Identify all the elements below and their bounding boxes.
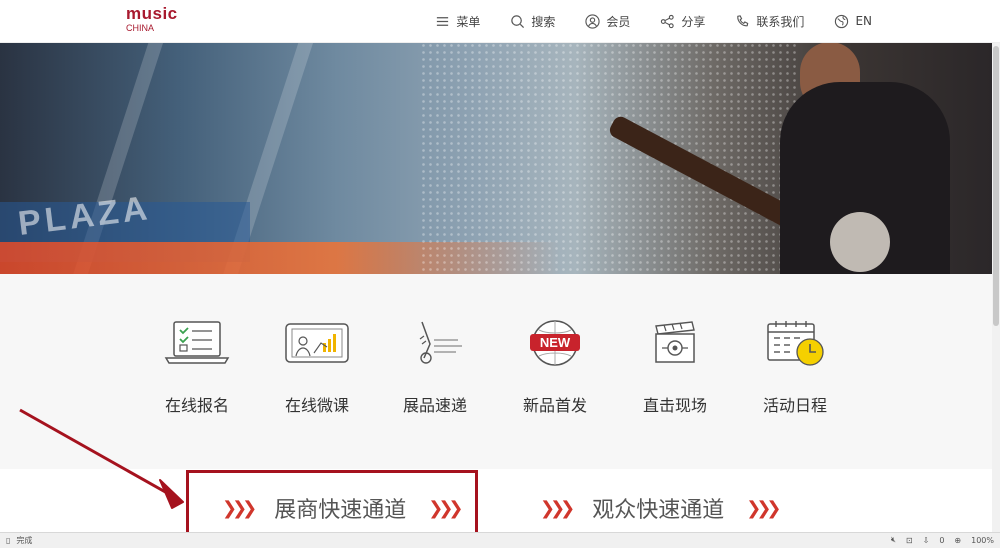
online-course-icon (285, 323, 349, 363)
nav-contact-label: 联系我们 (756, 14, 805, 29)
nav-menu[interactable]: 菜单 (435, 13, 480, 30)
double-chevron-right-icon: ❯❯❯ (540, 497, 575, 519)
zoom-level[interactable]: 100% (971, 536, 994, 545)
mute-icon[interactable]: 🔇︎ (891, 535, 896, 545)
phone-icon (737, 14, 749, 26)
nav-share-label: 分享 (681, 14, 706, 29)
double-chevron-right-icon: ❯❯❯ (746, 497, 781, 519)
registration-laptop-icon (164, 321, 230, 364)
nav-member[interactable]: 会员 (585, 13, 630, 30)
live-camera-icon (655, 321, 695, 363)
zoom-icon[interactable]: ⊕ (954, 536, 961, 545)
product-express-icon (419, 321, 462, 364)
service-label: 在线微课 (284, 396, 349, 415)
music-china-logo[interactable]: music CHINA (126, 4, 178, 34)
nav-member-label: 会员 (606, 14, 631, 29)
globe-icon (835, 14, 849, 28)
banner-shirt-print (830, 212, 890, 272)
service-label: 直击现场 (642, 396, 707, 415)
service-label: 展品速递 (402, 396, 467, 415)
service-label: 新品首发 (522, 396, 587, 415)
counter-value: 0 (939, 535, 945, 545)
vertical-scrollbar[interactable] (992, 42, 1000, 532)
hero-banner-image: PLAZA (0, 42, 992, 274)
services-section: 在线报名 在线微课 展品速递 NEW 新品首发 直击现场 活动日程 (0, 274, 992, 469)
nav-menu-label: 菜单 (456, 14, 481, 29)
annotation-highlight-box (186, 470, 478, 536)
new-release-icon: NEW (530, 320, 580, 366)
logo-main-text: music (126, 4, 178, 23)
service-online-registration[interactable]: 在线报名 (152, 318, 242, 416)
status-text: 完成 (16, 536, 33, 545)
search-icon (511, 14, 525, 28)
nav-language-label: EN (855, 14, 872, 28)
nav-search[interactable]: 搜索 (510, 13, 555, 30)
download-icon[interactable]: ⇩ (923, 536, 930, 545)
service-label: 活动日程 (762, 396, 827, 415)
new-badge-text: NEW (540, 335, 571, 350)
service-new-release[interactable]: NEW 新品首发 (510, 318, 600, 416)
service-live-onsite[interactable]: 直击现场 (630, 318, 720, 416)
user-icon (585, 13, 601, 29)
menu-icon (437, 16, 449, 26)
service-event-schedule[interactable]: 活动日程 (750, 318, 840, 416)
site-header: music CHINA 菜单 搜索 会员 分享 联系我们 EN (0, 0, 1000, 43)
browser-status-bar: ▯ 完成 🔇︎ ⊡ ⇩ 0 ⊕ 100% (0, 532, 1000, 548)
visitor-channel-label: 观众快速通道 (592, 498, 725, 523)
logo-sub-text: CHINA (126, 23, 155, 33)
calendar-clock-icon (767, 321, 824, 366)
nav-search-label: 搜索 (531, 14, 556, 29)
service-online-course[interactable]: 在线微课 (272, 318, 362, 416)
scrollbar-thumb[interactable] (993, 46, 999, 326)
banner-dot-pattern (420, 42, 800, 274)
nav-language[interactable]: EN (834, 14, 872, 29)
service-label: 在线报名 (164, 396, 229, 415)
nav-contact[interactable]: 联系我们 (735, 13, 804, 30)
lock-icon[interactable]: ⊡ (906, 536, 913, 545)
visitor-quick-channel[interactable]: ❯❯❯ 观众快速通道 ❯❯❯ (540, 480, 782, 536)
share-icon (661, 14, 675, 28)
service-product-express[interactable]: 展品速递 (390, 318, 480, 416)
page-status-icon: ▯ (6, 536, 11, 545)
nav-share[interactable]: 分享 (660, 13, 705, 30)
top-nav: 菜单 搜索 会员 分享 联系我们 EN (435, 0, 872, 42)
